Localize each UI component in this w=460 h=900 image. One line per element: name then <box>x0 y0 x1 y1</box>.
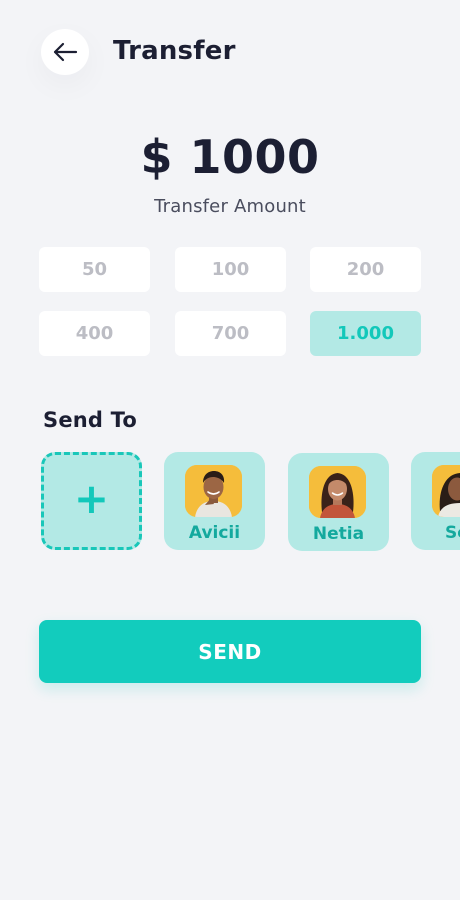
page-title: Transfer <box>113 36 236 66</box>
avatar <box>309 466 366 518</box>
send-button[interactable]: SEND <box>39 620 421 683</box>
person-avatar-icon <box>185 465 242 517</box>
amount-preset-400[interactable]: 400 <box>39 311 150 356</box>
person-avatar-icon <box>432 465 460 517</box>
back-button[interactable] <box>41 29 89 75</box>
person-avatar-icon <box>309 466 366 518</box>
add-contact-button[interactable]: + <box>41 452 142 550</box>
send-button-label: SEND <box>198 639 262 664</box>
contact-card-seg[interactable]: Seg <box>411 452 460 550</box>
avatar <box>432 465 460 517</box>
arrow-left-icon <box>53 42 78 62</box>
contact-name: Avicii <box>188 523 241 543</box>
amount-preset-100[interactable]: 100 <box>175 247 286 292</box>
contact-name: Netia <box>312 524 365 544</box>
transfer-amount-value: $ 1000 <box>140 130 320 184</box>
contact-card-netia[interactable]: Netia <box>288 453 389 551</box>
transfer-screen: Transfer $ 1000 Transfer Amount 50 100 2… <box>0 0 460 900</box>
send-to-title: Send To <box>43 408 138 432</box>
plus-icon: + <box>73 474 110 523</box>
amount-preset-200[interactable]: 200 <box>310 247 421 292</box>
contact-name: Seg <box>445 523 460 543</box>
amount-preset-700[interactable]: 700 <box>175 311 286 356</box>
contact-card-avicii[interactable]: Avicii <box>164 452 265 550</box>
amount-preset-50[interactable]: 50 <box>39 247 150 292</box>
amount-preset-1000[interactable]: 1.000 <box>310 311 421 356</box>
avatar <box>185 465 242 517</box>
transfer-amount-label: Transfer Amount <box>154 196 306 217</box>
